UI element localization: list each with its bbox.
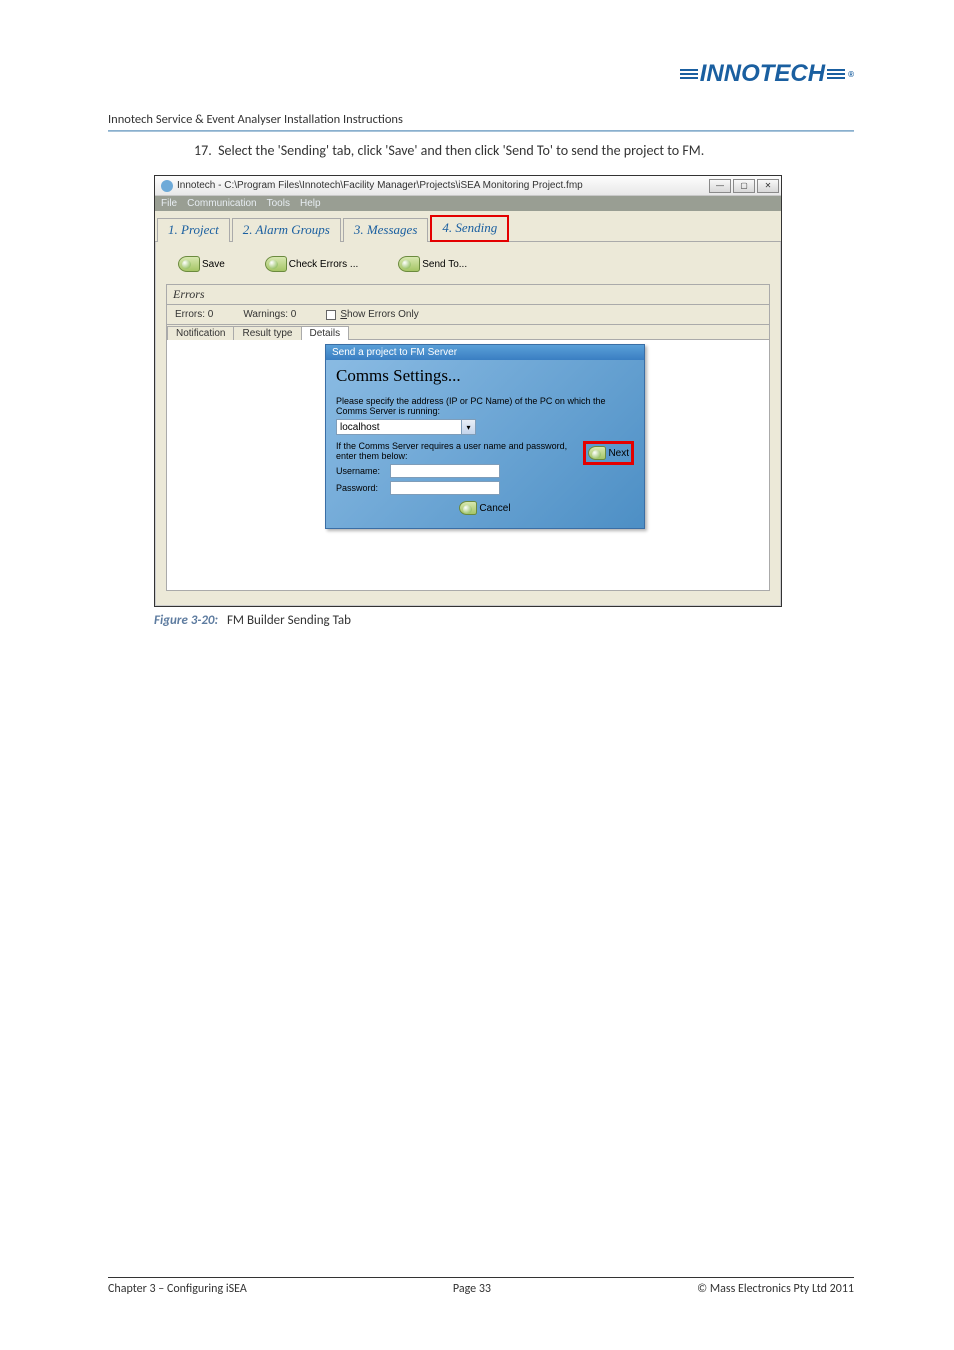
errors-panel-title: Errors	[167, 285, 769, 305]
next-button[interactable]: Next	[588, 446, 629, 460]
check-errors-label: Check Errors ...	[289, 259, 358, 270]
minimize-button[interactable]: —	[709, 179, 731, 193]
menu-help[interactable]: Help	[300, 198, 321, 209]
send-to-button[interactable]: Send To...	[398, 256, 467, 272]
subtab-notification[interactable]: Notification	[167, 326, 234, 340]
chevron-down-icon[interactable]: ▾	[461, 420, 475, 434]
menu-file[interactable]: File	[161, 198, 177, 209]
step-number: 17.	[194, 142, 212, 159]
save-button[interactable]: Save	[178, 256, 225, 272]
warnings-label: Warnings:	[243, 309, 288, 320]
figure-caption: Figure 3-20: FM Builder Sending Tab	[154, 613, 854, 628]
password-label: Password:	[336, 483, 386, 493]
show-errors-only-label: how Errors Only	[347, 309, 419, 320]
password-input[interactable]	[390, 481, 500, 495]
warnings-count: 0	[291, 309, 297, 320]
menu-bar: File Communication Tools Help	[155, 196, 781, 211]
errors-panel: Errors Errors: 0 Warnings: 0 Show Errors…	[166, 284, 770, 591]
step-text: Select the 'Sending' tab, click 'Save' a…	[218, 142, 704, 159]
registered-mark: ®	[848, 70, 854, 79]
app-icon	[161, 180, 173, 192]
check-errors-button[interactable]: Check Errors ...	[265, 256, 358, 272]
wizard-desc-1: Please specify the address (IP or PC Nam…	[336, 396, 634, 416]
menu-tools[interactable]: Tools	[267, 198, 290, 209]
server-address-value: localhost	[340, 422, 379, 433]
instruction-step: 17. Select the 'Sending' tab, click 'Sav…	[194, 142, 854, 159]
save-button-label: Save	[202, 259, 225, 270]
screenshot-window: Innotech - C:\Program Files\Innotech\Fac…	[154, 175, 782, 607]
errors-count: 0	[208, 309, 214, 320]
username-input[interactable]	[390, 464, 500, 478]
tab-messages[interactable]: 3. Messages	[343, 218, 429, 242]
wizard-title: Send a project to FM Server	[326, 345, 644, 360]
wizard-desc-2: If the Comms Server requires a user name…	[336, 441, 583, 461]
next-button-highlight: Next	[583, 441, 634, 465]
next-button-label: Next	[608, 448, 629, 459]
window-titlebar: Innotech - C:\Program Files\Innotech\Fac…	[155, 176, 781, 196]
tab-sending[interactable]: 4. Sending	[430, 215, 509, 242]
footer-left: Chapter 3 – Configuring iSEA	[108, 1282, 247, 1296]
send-wizard-dialog: Send a project to FM Server Comms Settin…	[325, 344, 645, 529]
brand-logo-text: INNOTECH	[700, 60, 825, 88]
tab-project[interactable]: 1. Project	[157, 218, 230, 242]
cancel-button[interactable]: Cancel	[459, 501, 510, 515]
page-footer: Chapter 3 – Configuring iSEA Page 33 © M…	[108, 1277, 854, 1296]
window-title: Innotech - C:\Program Files\Innotech\Fac…	[177, 180, 709, 191]
subtab-result-type[interactable]: Result type	[233, 326, 301, 340]
header-divider	[108, 130, 854, 132]
tab-alarm-groups[interactable]: 2. Alarm Groups	[232, 218, 341, 242]
footer-right: © Mass Electronics Pty Ltd 2011	[697, 1282, 854, 1296]
wizard-heading: Comms Settings...	[336, 366, 634, 386]
brand-logo: INNOTECH ®	[678, 60, 854, 88]
errors-content-area: Send a project to FM Server Comms Settin…	[167, 340, 769, 590]
footer-center: Page 33	[453, 1282, 491, 1296]
cancel-button-label: Cancel	[479, 503, 510, 514]
show-errors-only-checkbox[interactable]: Show Errors Only	[326, 309, 418, 320]
main-tab-row: 1. Project 2. Alarm Groups 3. Messages 4…	[155, 211, 781, 242]
maximize-button[interactable]: ▢	[733, 179, 755, 193]
username-label: Username:	[336, 466, 386, 476]
close-button[interactable]: ✕	[757, 179, 779, 193]
send-to-label: Send To...	[422, 259, 467, 270]
subtab-details[interactable]: Details	[301, 326, 350, 340]
menu-communication[interactable]: Communication	[187, 198, 256, 209]
document-header-title: Innotech Service & Event Analyser Instal…	[108, 112, 854, 127]
errors-label: Errors:	[175, 309, 205, 320]
figure-caption-text: FM Builder Sending Tab	[227, 613, 351, 628]
server-address-combo[interactable]: localhost ▾	[336, 419, 476, 435]
figure-label: Figure 3-20:	[154, 613, 218, 628]
